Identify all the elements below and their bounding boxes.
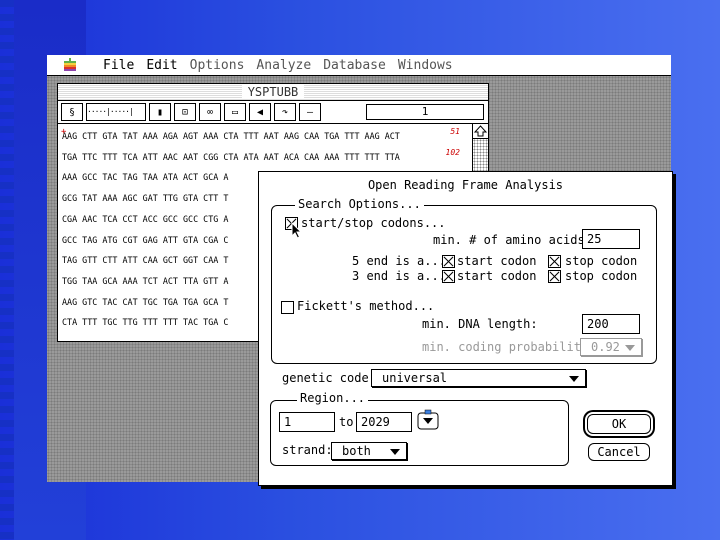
dash-icon[interactable]: — (299, 103, 321, 121)
chevron-down-icon (390, 449, 400, 455)
strand-label: strand: (282, 443, 333, 457)
scroll-up-icon[interactable] (473, 124, 488, 139)
end5-stop-label: stop codon (565, 254, 638, 268)
orf-analysis-dialog: Open Reading Frame Analysis Search Optio… (258, 171, 673, 486)
sequence-row: AAG CTT GTA TAT AAA AGA AGT AAA CTA TTT … (62, 131, 400, 141)
region-label: Region... (297, 391, 369, 405)
menu-file[interactable]: File (103, 58, 134, 73)
chevron-down-icon (625, 345, 635, 351)
start-stop-label: start/stop codons... (301, 216, 446, 230)
speaker-icon[interactable]: ◀ (249, 103, 271, 121)
end5-start-checkbox[interactable] (442, 255, 455, 268)
ruler-tool[interactable]: ·····|·····|····| (86, 103, 146, 121)
min-dna-label: min. DNA length: (422, 317, 538, 331)
end5-stop-checkbox[interactable] (548, 255, 561, 268)
region-from-input[interactable]: 1 (279, 412, 335, 432)
chevron-down-icon (569, 376, 579, 382)
min-coding-value: 0.92 (591, 340, 620, 354)
min-coding-label: min. coding probability: (422, 340, 596, 354)
search-options-label: Search Options... (295, 197, 424, 211)
desktop-pattern (0, 0, 14, 540)
print-icon[interactable]: ▭ (224, 103, 246, 121)
redo-icon[interactable]: ↷ (274, 103, 296, 121)
min-coding-select[interactable]: 0.92 (580, 338, 642, 356)
menu-windows[interactable]: Windows (398, 58, 453, 73)
end5-label: 5 end is a... (352, 254, 446, 268)
menu-options[interactable]: Options (190, 58, 245, 73)
trash-icon[interactable]: ▮ (149, 103, 171, 121)
ok-button[interactable]: OK (587, 414, 651, 434)
end3-start-checkbox[interactable] (442, 270, 455, 283)
end5-start-label: start codon (457, 254, 537, 268)
apple-logo-icon[interactable] (63, 58, 81, 72)
position-field[interactable]: 1 (366, 104, 484, 120)
cancel-button[interactable]: Cancel (588, 443, 650, 461)
region-to-label: to (339, 415, 354, 429)
menu-database[interactable]: Database (323, 58, 386, 73)
region-to-input[interactable]: 2029 (356, 412, 412, 432)
dialog-title: Open Reading Frame Analysis (367, 178, 564, 192)
min-dna-input[interactable]: 200 (582, 314, 640, 334)
menu-edit[interactable]: Edit (146, 58, 177, 73)
genetic-code-select[interactable]: universal (371, 369, 586, 387)
strand-select[interactable]: both (331, 442, 407, 460)
row-number: 102 (445, 148, 460, 157)
end3-label: 3 end is a... (352, 269, 446, 283)
min-amino-label: min. # of amino acids: (433, 233, 592, 247)
end3-start-label: start codon (457, 269, 537, 283)
sequence-row: TGA TTC TTT TCA ATT AAC AAT CGG CTA ATA … (62, 151, 400, 162)
copy-icon[interactable]: ⊡ (174, 103, 196, 121)
genetic-code-label: genetic code: (282, 371, 376, 385)
window-title: YSPTUBB (241, 85, 305, 99)
genetic-code-value: universal (382, 371, 448, 385)
selection-tool-icon[interactable]: § (61, 103, 83, 121)
row-number: 51 (450, 127, 460, 136)
menu-analyze[interactable]: Analyze (256, 58, 311, 73)
strand-value: both (342, 444, 371, 458)
end3-stop-label: stop codon (565, 269, 638, 283)
region-stepper-icon[interactable] (416, 409, 440, 431)
binoculars-icon[interactable]: ∞ (199, 103, 221, 121)
end3-stop-checkbox[interactable] (548, 270, 561, 283)
window-titlebar[interactable]: YSPTUBB (58, 84, 488, 101)
menu-bar: File Edit Options Analyze Database Windo… (47, 55, 671, 76)
fickett-checkbox[interactable] (281, 301, 294, 314)
min-amino-input[interactable]: 25 (582, 229, 640, 249)
fickett-label: Fickett's method... (297, 299, 435, 313)
